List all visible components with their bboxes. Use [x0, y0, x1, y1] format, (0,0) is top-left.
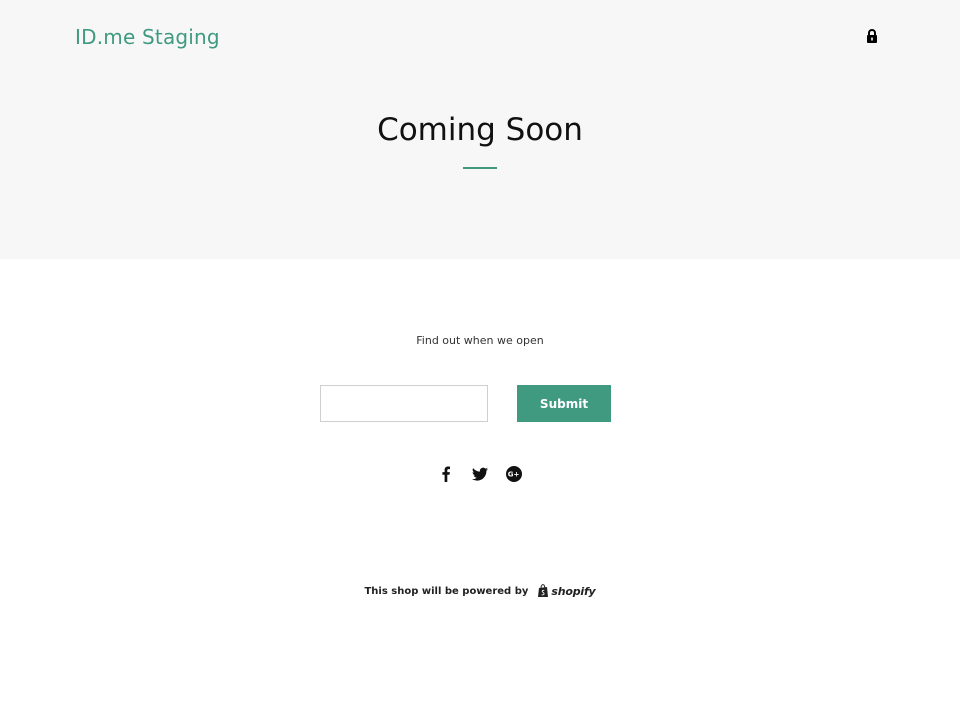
shopify-wordmark: shopify: [551, 584, 596, 598]
title-divider: [463, 167, 497, 169]
lock-icon[interactable]: [864, 28, 880, 44]
google-plus-icon[interactable]: G+: [506, 466, 522, 482]
hero-section: ID.me Staging Coming Soon: [0, 0, 960, 259]
footer: This shop will be powered by shopify: [0, 584, 960, 598]
powered-by-text: This shop will be powered by: [364, 585, 529, 597]
signup-tagline: Find out when we open: [416, 334, 544, 347]
page-title: Coming Soon: [377, 112, 583, 148]
submit-button[interactable]: Submit: [517, 385, 611, 422]
svg-text:G+: G+: [508, 471, 520, 479]
shopify-bag-icon: [538, 584, 549, 597]
shopify-logo-link[interactable]: shopify: [537, 584, 596, 598]
store-name-link[interactable]: ID.me Staging: [75, 25, 220, 49]
facebook-icon[interactable]: [438, 466, 454, 482]
twitter-icon[interactable]: [472, 466, 488, 482]
email-input[interactable]: [320, 385, 488, 422]
